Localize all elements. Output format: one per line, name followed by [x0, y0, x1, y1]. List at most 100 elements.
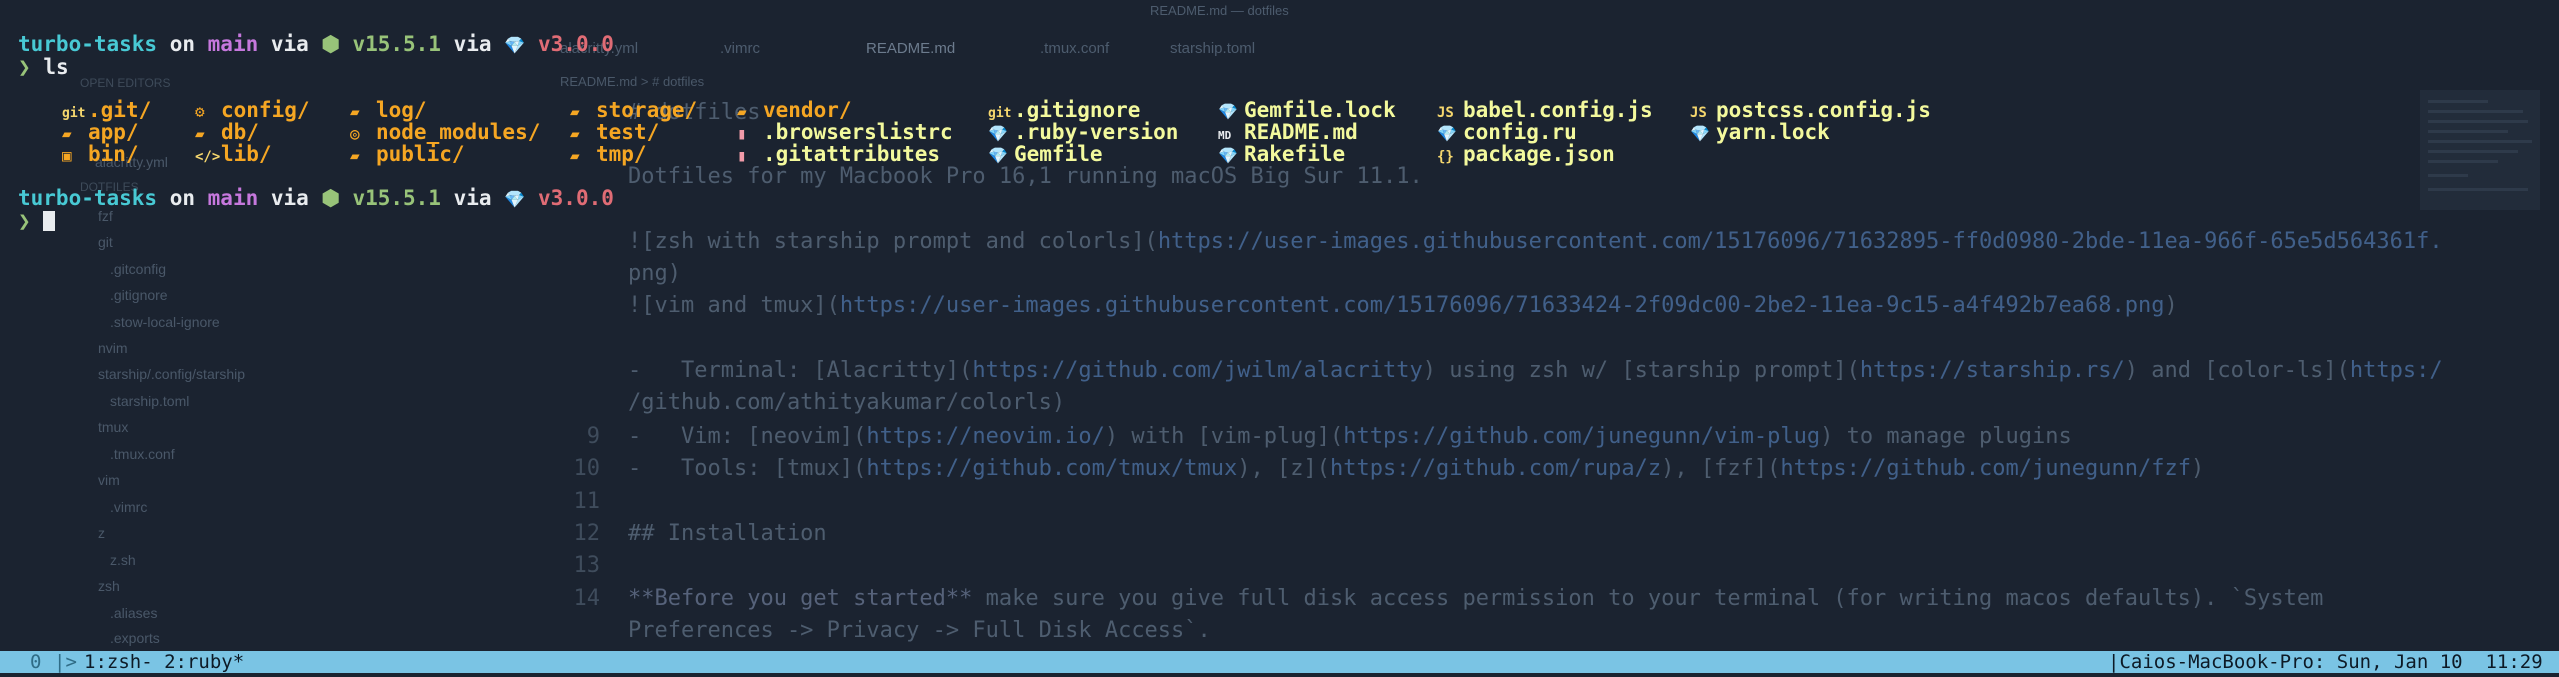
sidebar-item: .stow-local-ignore	[110, 314, 220, 330]
ruby-version: v3.0.0	[538, 186, 614, 210]
file-name: babel.config.js	[1463, 98, 1653, 122]
prompt-directory: turbo-tasks	[18, 32, 158, 56]
git-branch: main	[207, 32, 259, 56]
tmux-status-bar: 0 |> 1:zsh- 2:ruby* |Caios-MacBook-Pro: …	[0, 651, 2559, 673]
sidebar-item: .gitignore	[110, 287, 168, 303]
sidebar-item: z.sh	[110, 552, 136, 568]
sidebar-item: nvim	[98, 340, 128, 356]
prompt-line: turbo-tasks on main via ⬢ v15.5.1 via 💎 …	[18, 186, 614, 210]
ruby-gem-icon: 💎	[988, 124, 1008, 143]
sidebar-item: z	[98, 525, 105, 541]
prompt-directory: turbo-tasks	[18, 186, 158, 210]
js-icon: {}	[1437, 149, 1454, 165]
line-number: 9	[586, 424, 600, 449]
prompt-line: turbo-tasks on main via ⬢ v15.5.1 via 💎 …	[18, 32, 614, 56]
ruby-icon: 💎	[504, 190, 526, 210]
line-number: 13	[573, 553, 601, 578]
directory-name: app/	[88, 120, 139, 144]
folder-icon: ⚙	[195, 102, 205, 121]
code-line: Preferences -> Privacy -> Full Disk Acce…	[628, 618, 1211, 643]
code-line: - Tools: [tmux](https://github.com/tmux/…	[628, 456, 2205, 481]
file-name: .gitattributes	[763, 142, 941, 166]
code-line: ![vim and tmux](https://user-images.gith…	[628, 293, 2178, 318]
code-line: **Before you get started** make sure you…	[628, 586, 2324, 611]
git-branch: main	[207, 186, 259, 210]
line-number: 14	[573, 586, 601, 611]
sidebar-item: .gitconfig	[110, 261, 167, 277]
sidebar-item: vim	[98, 472, 120, 488]
sidebar-item: starship.toml	[110, 393, 190, 409]
directory-name: log/	[376, 98, 427, 122]
tab-starship: starship.toml	[1170, 40, 1256, 57]
js-icon: </>	[195, 149, 221, 165]
code-line: png)	[628, 261, 681, 286]
command-line: ❯ ls	[18, 56, 69, 78]
sidebar-item: starship/.config/starship	[98, 366, 246, 382]
status-right: |Caios-MacBook-Pro: Sun, Jan 10 11:29 |	[2108, 651, 2559, 673]
editor-minimap	[2420, 90, 2540, 210]
tab-readme: README.md	[866, 40, 956, 57]
code-line: - Terminal: [Alacritty](https://github.c…	[628, 358, 2443, 383]
file-name: README.md	[1244, 120, 1358, 144]
status-separator: |>	[54, 651, 77, 673]
ruby-gem-icon: 💎	[1690, 124, 1710, 143]
text-cursor	[43, 211, 56, 231]
directory-name: .git/	[88, 98, 152, 122]
directory-name: test/	[596, 120, 660, 144]
directory-name: storage/	[596, 98, 698, 122]
node-icon: ⬢	[321, 32, 340, 56]
sidebar-item: .aliases	[110, 605, 158, 621]
sidebar-item: .exports	[110, 630, 160, 646]
line-number: 11	[573, 489, 601, 514]
command-text: ls	[43, 55, 69, 79]
directory-name: node_modules/	[376, 120, 541, 144]
file-name: Rakefile	[1244, 142, 1346, 166]
code-line: /github.com/athityakumar/colorls)	[628, 390, 1066, 415]
sidebar-item: OPEN EDITORS	[80, 76, 171, 90]
folder-icon: ▰	[62, 124, 72, 143]
sidebar-item: tmux	[98, 419, 129, 435]
ls-entry: 💎 Rakefile	[1218, 143, 1345, 167]
tab-tmux-conf: .tmux.conf	[1040, 40, 1110, 57]
window-list[interactable]: 1:zsh- 2:ruby*	[84, 651, 244, 673]
folder-icon: ▰	[350, 102, 360, 121]
ls-entry: ▣ bin/	[62, 143, 139, 167]
file-name: .ruby-version	[1014, 120, 1179, 144]
folder-icon: ▰	[570, 146, 580, 165]
file-name: Gemfile	[1014, 142, 1103, 166]
prompt-char-icon: ❯	[18, 209, 31, 233]
breadcrumb: README.md > # dotfiles	[560, 74, 705, 89]
ls-entry: </>lib/	[195, 143, 272, 168]
ruby-gem-icon: 💎	[1218, 146, 1238, 165]
ls-entry: ▮ .gitattributes	[737, 143, 940, 167]
code-line: Dotfiles for my Macbook Pro 16,1 running…	[628, 164, 1423, 189]
file-name: package.json	[1463, 142, 1615, 166]
folder-icon: ▰	[570, 102, 580, 121]
line-number: 10	[573, 456, 601, 481]
folder-icon: ▰	[737, 102, 747, 121]
sidebar-item: git	[98, 234, 113, 250]
folder-icon: ◎	[350, 124, 360, 143]
node-icon: ⬢	[321, 186, 340, 210]
prompt-char-icon: ❯	[18, 55, 31, 79]
file-name: Gemfile.lock	[1244, 98, 1396, 122]
input-line[interactable]: ❯	[18, 209, 56, 233]
file-icon: ▮	[737, 146, 747, 165]
file-name: yarn.lock	[1716, 120, 1830, 144]
ls-entry: 💎 yarn.lock	[1690, 121, 1830, 145]
file-name: postcss.config.js	[1716, 98, 1931, 122]
sidebar-item: .vimrc	[110, 499, 148, 515]
ls-entry: 💎 Gemfile	[988, 143, 1103, 167]
line-number: 12	[573, 521, 601, 546]
ruby-gem-icon: 💎	[1218, 102, 1238, 121]
node-version: v15.5.1	[352, 32, 441, 56]
ls-entry: ▰ tmp/	[570, 143, 647, 167]
ruby-gem-icon: 💎	[988, 146, 1008, 165]
folder-icon: ▰	[195, 124, 205, 143]
file-name: .gitignore	[1014, 98, 1141, 122]
sidebar-item: zsh	[98, 578, 120, 594]
file-name: config.ru	[1463, 120, 1577, 144]
ls-entry: {} package.json	[1437, 143, 1615, 168]
sidebar-item: .tmux.conf	[110, 446, 175, 462]
window-title: README.md — dotfiles	[1150, 3, 1289, 18]
